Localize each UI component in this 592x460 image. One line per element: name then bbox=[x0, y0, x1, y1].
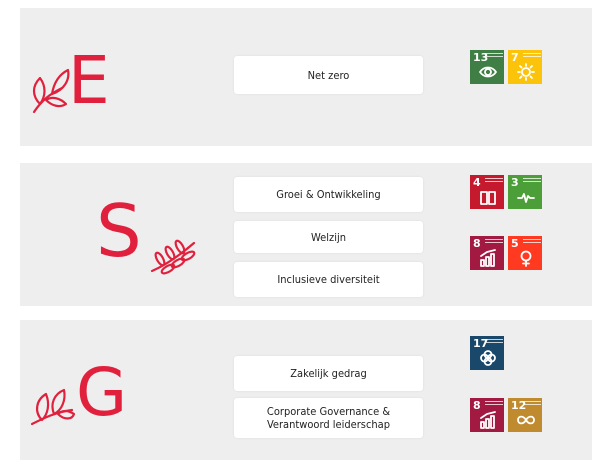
esg-letter-g: G bbox=[76, 354, 128, 431]
esg-topic-wellbeing: Welzijn bbox=[234, 221, 423, 253]
leaf-icon bbox=[32, 68, 70, 114]
topic-label: Welzijn bbox=[311, 230, 346, 244]
branch-icon bbox=[150, 239, 196, 275]
growth-chart-icon bbox=[480, 411, 496, 429]
social-panel: S Groei & Ontwikkeling Welzijn Inclusiev… bbox=[20, 163, 592, 306]
esg-topic-business-conduct: Zakelijk gedrag bbox=[234, 356, 423, 391]
sdg-5-tile: 5 bbox=[508, 236, 542, 270]
partnership-rings-icon bbox=[480, 350, 496, 366]
growth-chart-icon bbox=[480, 249, 496, 267]
eye-earth-icon bbox=[479, 66, 497, 78]
book-icon bbox=[480, 191, 496, 205]
leaves-icon bbox=[30, 388, 76, 426]
sdg-13-tile: 13 bbox=[470, 50, 504, 84]
topic-label: Zakelijk gedrag bbox=[290, 367, 367, 380]
topic-label: Inclusieve diversiteit bbox=[277, 273, 380, 286]
gender-equality-icon bbox=[520, 250, 532, 267]
sdg-number: 8 bbox=[473, 237, 481, 250]
esg-topic-corporate-governance: Corporate Governance & Verantwoord leide… bbox=[234, 398, 423, 438]
topic-label-line1: Corporate Governance & bbox=[266, 405, 391, 418]
sdg-number: 4 bbox=[473, 176, 481, 189]
sdg-7-tile: 7 bbox=[508, 50, 542, 84]
sdg-number: 5 bbox=[511, 237, 519, 250]
esg-topic-net-zero: Net zero bbox=[234, 56, 423, 94]
sdg-8-tile: 8 bbox=[470, 236, 504, 270]
topic-label: Net zero bbox=[307, 68, 350, 82]
topic-label: Groei & Ontwikkeling bbox=[276, 188, 381, 201]
sdg-3-tile: 3 bbox=[508, 175, 542, 209]
environmental-panel: E Net zero 13 7 bbox=[20, 8, 592, 146]
topic-label-line2: Verantwoord leiderschap bbox=[266, 418, 391, 431]
infinity-icon bbox=[517, 415, 535, 425]
sdg-number: 7 bbox=[511, 51, 519, 64]
esg-letter-e: E bbox=[68, 42, 110, 119]
sun-icon bbox=[517, 63, 535, 81]
esg-letter-s: S bbox=[96, 189, 142, 273]
governance-panel: G Zakelijk gedrag Corporate Governance &… bbox=[20, 320, 592, 460]
sdg-17-tile: 17 bbox=[470, 336, 504, 370]
sdg-8-tile: 8 bbox=[470, 398, 504, 432]
esg-topic-growth: Groei & Ontwikkeling bbox=[234, 177, 423, 212]
sdg-4-tile: 4 bbox=[470, 175, 504, 209]
heartbeat-icon bbox=[517, 193, 535, 203]
esg-topic-inclusive-diversity: Inclusieve diversiteit bbox=[234, 262, 423, 297]
sdg-number: 8 bbox=[473, 399, 481, 412]
sdg-12-tile: 12 bbox=[508, 398, 542, 432]
sdg-number: 3 bbox=[511, 176, 519, 189]
